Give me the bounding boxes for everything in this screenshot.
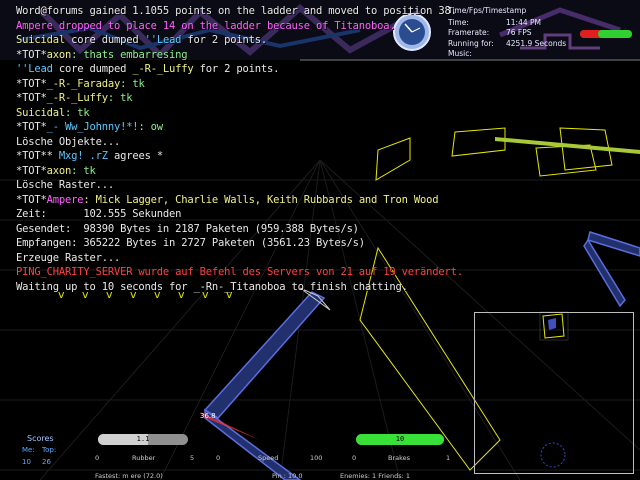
console-text: : thats embarresing (71, 48, 188, 61)
console-text: for 2 points. (181, 34, 268, 46)
console-text: _-R-_Luffy (132, 63, 194, 75)
console-text: ''Lead (144, 34, 182, 46)
console-text: *TOT* (16, 48, 47, 61)
speed-max: 100 (310, 454, 323, 462)
console-line: *TOT*_- Ww_Johnny!*!: ow (16, 120, 616, 135)
console-text: axon (46, 164, 72, 177)
console-text: Suicidal (16, 106, 65, 119)
info-row-time: Time: 11:44 PM (448, 17, 541, 27)
brakes-max: 1 (446, 454, 451, 462)
console-line: Empfangen: 365222 Bytes in 2727 Paketen … (16, 236, 616, 251)
enemies-friends-readout: Enemies: 1 Friends: 1 (340, 472, 410, 480)
console-text: Lösche Raster... (16, 179, 114, 191)
console-line: Lösche Objekte... (16, 135, 616, 150)
fastest-readout: Fastest: m ere (72.0) (95, 472, 163, 480)
rubber-min: 0 (95, 454, 100, 462)
console-text: core dumped (64, 34, 145, 46)
console-text: ''Lead (16, 63, 53, 75)
console-line: *TOT*Ampere: Mick Lagger, Charlie Walls,… (16, 193, 616, 208)
info-row-running: Running for: 4251.9 Seconds (448, 38, 567, 48)
console-line: *TOT*axon: tk (16, 164, 616, 179)
console-text: for 2 points. (193, 63, 280, 75)
console-text: : ow (138, 121, 163, 133)
speed-gauge: 10 (356, 434, 444, 445)
console-line: *TOT*_-R-_Faraday: tk (16, 77, 616, 92)
console-line: ''Lead core dumped _-R-_Luffy for 2 poin… (16, 62, 616, 77)
console-text: _-R-_Luffy (46, 92, 108, 104)
console-text: axon (46, 48, 72, 61)
scores-me-label: Me: (22, 446, 35, 454)
minimap (474, 312, 634, 474)
console-text: PING_CHARITY_SERVER wurde auf Befehl des… (16, 266, 463, 278)
console-text: *TOT* (16, 193, 47, 206)
console-text: Mxg! .rZ (58, 150, 108, 162)
console-text: *TOT* (16, 121, 47, 133)
console-text: *TOT* (16, 92, 47, 104)
speed-marker-label: 36.8 (200, 412, 216, 420)
console-text: Word@forums gained 1.1055 points on the … (16, 5, 457, 17)
rubber-gauge: 1.1 (98, 434, 188, 445)
console-text: *TOT* (16, 164, 47, 177)
console-line: *TOT*_-R-_Luffy: tk (16, 91, 616, 106)
scores-top-label: Top: (42, 446, 57, 454)
rubber-gauge-value: 1.1 (136, 435, 150, 443)
console-text: : tk (71, 164, 96, 177)
console-text: Gesendet: 98390 Bytes in 2187 Paketen (9… (16, 222, 359, 235)
info-header: Time/Fps/Timestamp (448, 6, 527, 15)
console-text: Erzeuge Raster... (16, 251, 121, 264)
rubber-label: Rubber (132, 454, 156, 462)
console-text: Suicidal (16, 34, 65, 46)
speed-label: Speed (258, 454, 279, 462)
speed-min: 0 (216, 454, 221, 462)
console-text: core dumped (52, 63, 133, 75)
console-text: *TOT* (16, 77, 47, 90)
console-text: : Mick Lagger, Charlie Walls, Keith Rubb… (83, 193, 439, 206)
scores-top-value: 26 (42, 458, 51, 466)
scores-me-value: 10 (22, 458, 31, 466)
console-text: *TOT** (16, 150, 59, 162)
brakes-min: 0 (352, 454, 357, 462)
console-text: Empfangen: 365222 Bytes in 2727 Paketen … (16, 237, 365, 249)
rubber-max: 5 (190, 454, 195, 462)
console-text: Lösche Objekte... (16, 135, 121, 148)
console-text: _-R-_Faraday (46, 77, 121, 90)
console-line: Zeit: 102.555 Sekunden (16, 207, 616, 222)
speed-gauge-value: 10 (395, 435, 405, 443)
console-text: Zeit: 102.555 Sekunden (16, 208, 182, 220)
info-panel: Time/Fps/Timestamp Time: 11:44 PM Framera… (448, 6, 566, 60)
console-text: : tk (64, 106, 90, 119)
console-text: agrees * (107, 150, 163, 162)
console-line: Erzeuge Raster... (16, 251, 616, 266)
console-line: Suicidal: tk (16, 106, 616, 121)
brakes-label: Brakes (388, 454, 411, 462)
console-text: : tk (120, 77, 145, 90)
pin-readout: Pin : 10.0 (272, 472, 303, 480)
console-text: Ampere (46, 193, 84, 206)
info-row-framerate: Framerate: 76 FPS (448, 28, 532, 37)
console-text: : tk (107, 92, 133, 104)
console-text: Ampere dropped to place 14 on the ladder… (16, 19, 396, 32)
info-row-music: Music: (448, 49, 472, 58)
console-text: _- Ww_Johnny!*! (46, 121, 139, 133)
scores-title: Scores (27, 434, 54, 443)
direction-markers: v v v v v v v v (58, 288, 233, 301)
console-line: PING_CHARITY_SERVER wurde auf Befehl des… (16, 265, 616, 280)
console-line: Gesendet: 98390 Bytes in 2187 Paketen (9… (16, 222, 616, 237)
console-line: Lösche Raster... (16, 178, 616, 193)
console-line: *TOT** Mxg! .rZ agrees * (16, 149, 616, 164)
